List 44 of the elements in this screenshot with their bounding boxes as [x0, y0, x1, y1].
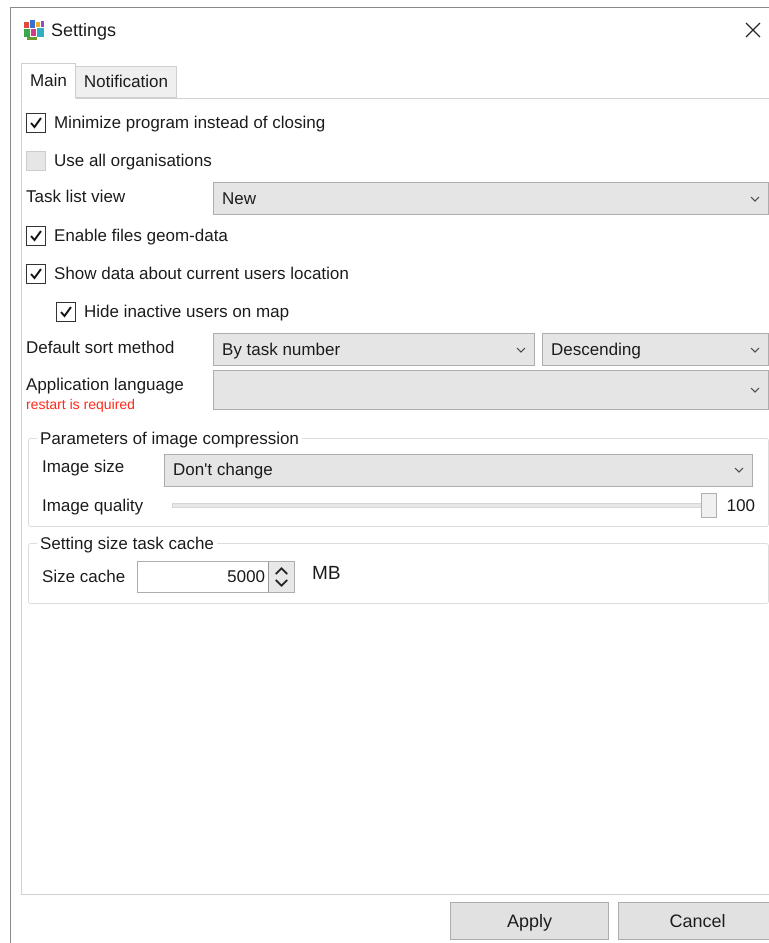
checkbox[interactable]: [26, 226, 46, 246]
checkbox[interactable]: [56, 302, 76, 322]
dialog-button[interactable]: Apply: [450, 902, 609, 940]
close-icon[interactable]: [745, 22, 761, 38]
field-label: Size cache: [42, 566, 126, 588]
field-label: Image quality: [42, 494, 144, 516]
chevron-down-icon: [750, 196, 760, 202]
checkbox-label: Enable files geom-data: [54, 225, 228, 248]
chevron-down-icon: [734, 467, 744, 473]
checkmark-icon: [29, 116, 43, 130]
app-logo-icon: [23, 19, 45, 41]
number-spinner[interactable]: 5000: [137, 560, 295, 592]
field-label: Application language: [26, 374, 185, 396]
checkbox-label: Show data about current users location: [54, 263, 349, 286]
chevron-down-icon: [750, 387, 760, 393]
checkbox[interactable]: [26, 264, 46, 284]
tab[interactable]: Notification: [76, 66, 177, 98]
field-label: Default sort method: [26, 337, 176, 359]
warning-note: restart is required: [26, 396, 136, 412]
checkbox-label: Hide inactive users on map: [84, 301, 290, 324]
dropdown[interactable]: New: [213, 182, 769, 215]
checkmark-icon: [59, 305, 73, 319]
unit-label: MB: [312, 562, 340, 586]
spinner-arrows-icon[interactable]: [268, 562, 294, 592]
group-title: Setting size task cache: [39, 533, 215, 555]
tab[interactable]: Main: [21, 63, 76, 99]
checkbox-label: Minimize program instead of closing: [54, 112, 326, 134]
dropdown[interactable]: Descending: [542, 333, 769, 366]
checkbox[interactable]: [26, 113, 46, 133]
chevron-down-icon: [516, 346, 526, 352]
slider-value: 100: [726, 494, 755, 516]
dropdown[interactable]: Don't change: [164, 454, 753, 486]
dropdown[interactable]: By task number: [213, 333, 535, 366]
field-label: Task list view: [26, 186, 126, 208]
field-label: Image size: [42, 456, 126, 478]
slider-thumb[interactable]: [700, 492, 717, 518]
group-title: Parameters of image compression: [39, 428, 300, 450]
checkmark-icon: [29, 267, 43, 281]
window-title: Settings: [51, 18, 116, 42]
chevron-down-icon: [750, 346, 760, 352]
dialog-button[interactable]: Cancel: [618, 902, 769, 940]
checkbox-label: Use all organisations: [54, 150, 212, 172]
slider[interactable]: [172, 492, 717, 518]
checkmark-icon: [29, 229, 43, 243]
